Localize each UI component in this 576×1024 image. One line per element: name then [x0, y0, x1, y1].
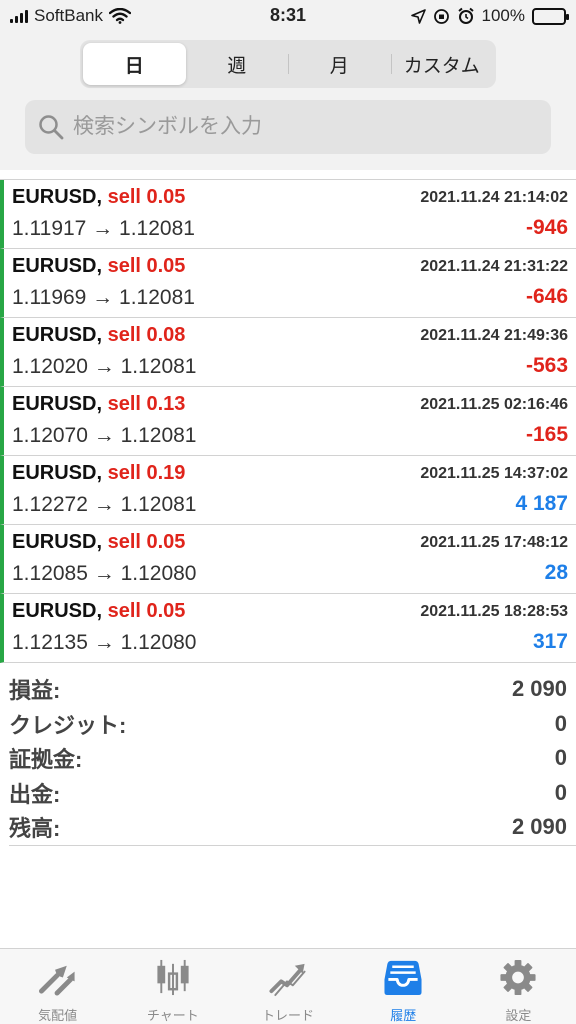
deal-symbol: EURUSD, — [12, 531, 103, 553]
search-input[interactable] — [73, 115, 533, 139]
deal-symbol: EURUSD, — [12, 600, 103, 622]
deal-profit: 28 — [544, 561, 568, 584]
summary-value: 0 — [554, 779, 567, 805]
period-segmented-control: 日 週 月 カスタム — [80, 40, 496, 88]
deal-profit: -563 — [525, 354, 568, 377]
summary-value: 2 090 — [511, 676, 567, 702]
gear-icon — [500, 959, 536, 996]
deal-time: 2021.11.25 17:48:12 — [420, 534, 568, 551]
summary-label: クレジット: — [9, 712, 127, 738]
tab-label: 気配値 — [38, 1008, 78, 1023]
deal-side: sell 0.05 — [107, 186, 186, 208]
deal-prices: 1.11969 → 1.12081 — [12, 286, 195, 309]
deal-row[interactable]: EURUSD, sell 0.05 2021.11.25 17:48:12 1.… — [0, 525, 576, 594]
deal-profit: 317 — [532, 630, 568, 653]
tab-settings[interactable]: 設定 — [461, 949, 576, 1024]
deal-symbol: EURUSD, — [12, 393, 103, 415]
deal-side: sell 0.05 — [107, 255, 186, 277]
search-icon — [39, 115, 64, 140]
tab-history[interactable]: 履歴 — [346, 949, 461, 1024]
tab-trade[interactable]: トレード — [230, 949, 345, 1024]
summary-row-profit: 損益: 2 090 — [0, 672, 576, 707]
period-tab-day[interactable]: 日 — [83, 43, 186, 85]
period-tab-week[interactable]: 週 — [186, 43, 289, 85]
account-summary: 損益: 2 090 クレジット: 0 証拠金: 0 出金: 0 残高: 2 09… — [0, 672, 576, 845]
chart-icon — [157, 959, 189, 996]
deal-symbol: EURUSD, — [12, 462, 103, 484]
quotes-icon — [38, 965, 75, 996]
deal-time: 2021.11.24 21:31:22 — [420, 258, 568, 275]
deal-row[interactable]: EURUSD, sell 0.05 2021.11.25 18:28:53 1.… — [0, 594, 576, 663]
period-tab-custom[interactable]: カスタム — [390, 43, 494, 85]
deal-prices: 1.12020 → 1.12081 — [12, 355, 197, 378]
tab-label: トレード — [262, 1008, 315, 1023]
deal-profit: -165 — [525, 423, 568, 446]
trade-icon — [269, 963, 306, 997]
summary-row-credit: クレジット: 0 — [0, 707, 576, 742]
alarm-icon — [457, 7, 474, 24]
summary-value: 0 — [554, 710, 567, 736]
summary-label: 損益: — [9, 678, 61, 704]
deal-side: sell 0.05 — [107, 531, 186, 553]
battery-icon — [532, 7, 569, 25]
deal-profit: -646 — [525, 285, 568, 308]
deal-prices: 1.12135 → 1.12080 — [12, 631, 197, 654]
deal-prices: 1.12070 → 1.12081 — [12, 424, 197, 447]
tab-quotes[interactable]: 気配値 — [0, 949, 115, 1024]
deal-side: sell 0.08 — [107, 324, 186, 346]
location-icon — [410, 8, 426, 24]
deal-symbol: EURUSD, — [12, 186, 103, 208]
summary-value: 2 090 — [511, 814, 567, 840]
tab-label: 履歴 — [390, 1008, 417, 1023]
deal-side: sell 0.13 — [107, 393, 186, 415]
deal-time: 2021.11.24 21:14:02 — [420, 189, 568, 206]
summary-value: 0 — [554, 745, 567, 771]
summary-divider — [9, 845, 576, 846]
summary-label: 出金: — [9, 781, 61, 807]
deal-time: 2021.11.24 21:49:36 — [420, 327, 568, 344]
deal-prices: 1.12085 → 1.12080 — [12, 562, 197, 585]
summary-row-withdrawal: 出金: 0 — [0, 776, 576, 811]
deal-row[interactable]: EURUSD, sell 0.08 2021.11.24 21:49:36 1.… — [0, 318, 576, 387]
deal-symbol: EURUSD, — [12, 255, 103, 277]
tab-chart[interactable]: チャート — [115, 949, 230, 1024]
deal-row[interactable]: EURUSD, sell 0.05 2021.11.24 21:31:22 1.… — [0, 249, 576, 318]
deal-side: sell 0.19 — [107, 462, 186, 484]
status-right: 100% — [410, 6, 569, 26]
summary-label: 証拠金: — [9, 747, 83, 773]
status-bar: SoftBank 8:31 100% — [0, 0, 576, 34]
deal-profit: 4 187 — [515, 492, 568, 515]
deal-time: 2021.11.25 02:16:46 — [420, 396, 568, 413]
history-icon — [384, 960, 422, 996]
deal-prices: 1.11917 → 1.12081 — [12, 217, 195, 240]
deal-row[interactable]: EURUSD, sell 0.13 2021.11.25 02:16:46 1.… — [0, 387, 576, 456]
battery-percent: 100% — [481, 6, 525, 25]
period-tab-month[interactable]: 月 — [288, 43, 391, 85]
deal-symbol: EURUSD, — [12, 324, 103, 346]
search-bar[interactable] — [25, 100, 551, 154]
summary-row-balance: 残高: 2 090 — [0, 810, 576, 845]
deal-side: sell 0.05 — [107, 600, 186, 622]
tab-bar: 気配値 チャート トレード 履歴 設定 — [0, 948, 576, 1024]
summary-label: 残高: — [9, 816, 61, 842]
deal-row[interactable]: EURUSD, sell 0.19 2021.11.25 14:37:02 1.… — [0, 456, 576, 525]
header: 日 週 月 カスタム — [0, 34, 576, 170]
tab-label: 設定 — [505, 1008, 532, 1023]
deal-profit: -946 — [525, 216, 568, 239]
orientation-lock-icon — [433, 8, 449, 24]
deal-time: 2021.11.25 18:28:53 — [420, 603, 568, 620]
deal-list: EURUSD, sell 0.05 2021.11.24 21:14:02 1.… — [0, 179, 576, 663]
deal-time: 2021.11.25 14:37:02 — [420, 465, 568, 482]
deal-prices: 1.12272 → 1.12081 — [12, 493, 197, 516]
deal-row[interactable]: EURUSD, sell 0.05 2021.11.24 21:14:02 1.… — [0, 180, 576, 249]
tab-label: チャート — [146, 1008, 199, 1023]
summary-row-deposit: 証拠金: 0 — [0, 741, 576, 776]
